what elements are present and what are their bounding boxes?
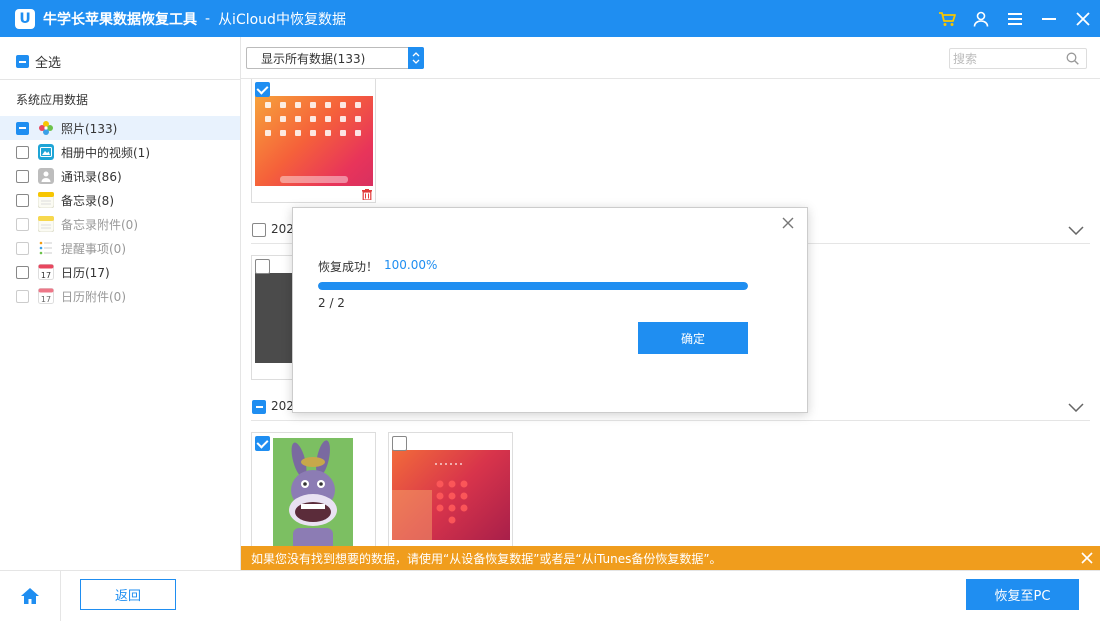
notes-checkbox[interactable] xyxy=(16,193,29,207)
sidebar-item-label: 提醒事项(0) xyxy=(61,241,126,256)
calendar-icon: 17 xyxy=(38,264,54,280)
filter-value: 显示所有数据(133) xyxy=(261,51,366,66)
sidebar-item-label: 日历(17) xyxy=(61,265,110,280)
title-bar: U 牛学长苹果数据恢复工具 - 从iCloud中恢复数据 xyxy=(0,0,1100,37)
sidebar-item-videos[interactable]: 相册中的视频(1) xyxy=(0,140,240,164)
group-checkbox[interactable] xyxy=(252,223,266,237)
sidebar-item-notes-attachments: 备忘录附件(0) xyxy=(0,212,240,236)
recovery-status: 恢复成功！ xyxy=(318,260,379,274)
sidebar: 全选 系统应用数据 照片(133) 相册中的视频(1) 通讯录(86) 备忘录(… xyxy=(0,37,241,570)
photo-checkbox[interactable] xyxy=(392,436,407,451)
home-button[interactable] xyxy=(0,571,61,621)
svg-text:17: 17 xyxy=(41,295,51,304)
filter-dropdown[interactable]: 显示所有数据(133) xyxy=(246,47,424,69)
select-all-checkbox[interactable] xyxy=(16,55,29,68)
group-date: 202 xyxy=(271,399,294,413)
app-logo-letter: U xyxy=(19,10,31,27)
cart-icon[interactable] xyxy=(930,0,964,37)
content-toolbar: 显示所有数据(133) xyxy=(241,37,1100,79)
sidebar-item-calendar[interactable]: 17 日历(17) xyxy=(0,260,240,284)
title-separator: - xyxy=(205,10,211,27)
group-date: 202 xyxy=(271,222,294,236)
photo-image xyxy=(255,96,373,186)
progress-bar xyxy=(318,282,748,290)
sidebar-item-notes[interactable]: 备忘录(8) xyxy=(0,188,240,212)
calendar-checkbox[interactable] xyxy=(16,265,29,279)
photo-checkbox[interactable] xyxy=(255,259,270,274)
photos-icon xyxy=(38,120,54,136)
section-label: 系统应用数据 xyxy=(16,93,89,107)
chevron-down-icon[interactable] xyxy=(1068,224,1084,238)
close-icon[interactable] xyxy=(1066,0,1100,37)
recovery-dialog: 恢复成功！ 100.00% 2 / 2 确定 xyxy=(292,207,808,413)
photo-image xyxy=(392,450,510,540)
sidebar-item-label: 照片(133) xyxy=(61,121,118,136)
back-button[interactable]: 返回 xyxy=(80,579,176,610)
banner-text: 如果您没有找到想要的数据，请使用“从设备恢复数据”或者是“从iTunes备份恢复… xyxy=(251,551,722,566)
category-list: 照片(133) 相册中的视频(1) 通讯录(86) 备忘录(8) 备忘录附件(0… xyxy=(0,116,240,308)
calendar-attachment-icon: 17 xyxy=(38,288,54,304)
recover-to-pc-button[interactable]: 恢复至PC xyxy=(966,579,1079,610)
user-icon[interactable] xyxy=(964,0,998,37)
app-logo: U xyxy=(15,8,35,29)
search-icon[interactable] xyxy=(1066,52,1079,65)
sidebar-item-label: 相册中的视频(1) xyxy=(61,145,150,160)
sidebar-item-photos[interactable]: 照片(133) xyxy=(0,116,240,140)
footer: 返回 恢复至PC xyxy=(0,570,1100,621)
close-icon[interactable] xyxy=(1074,546,1100,570)
menu-icon[interactable] xyxy=(998,0,1032,37)
sidebar-item-label: 通讯录(86) xyxy=(61,169,122,184)
sidebar-item-label: 备忘录附件(0) xyxy=(61,217,138,232)
recovery-percent: 100.00% xyxy=(384,258,438,272)
dropdown-arrow-icon[interactable] xyxy=(408,47,424,69)
reminders-checkbox xyxy=(16,241,29,255)
sidebar-divider xyxy=(0,79,240,80)
contacts-checkbox[interactable] xyxy=(16,169,29,183)
search-box[interactable] xyxy=(949,48,1087,69)
photo-thumbnail[interactable] xyxy=(251,79,376,203)
notes-attachments-checkbox xyxy=(16,217,29,231)
window-subtitle: 从iCloud中恢复数据 xyxy=(218,11,346,28)
calendar-attachments-checkbox xyxy=(16,289,29,303)
reminders-icon xyxy=(38,240,54,256)
sidebar-item-calendar-attachments: 17 日历附件(0) xyxy=(0,284,240,308)
notes-attachment-icon xyxy=(38,216,54,232)
video-icon xyxy=(38,144,54,160)
select-all[interactable]: 全选 xyxy=(16,52,61,71)
photo-image xyxy=(273,438,353,546)
photo-checkbox[interactable] xyxy=(255,82,270,97)
videos-checkbox[interactable] xyxy=(16,145,29,159)
notes-icon xyxy=(38,192,54,208)
home-icon xyxy=(20,587,40,605)
chevron-down-icon[interactable] xyxy=(1068,401,1084,415)
info-banner: 如果您没有找到想要的数据，请使用“从设备恢复数据”或者是“从iTunes备份恢复… xyxy=(241,546,1100,570)
sidebar-item-contacts[interactable]: 通讯录(86) xyxy=(0,164,240,188)
contacts-icon xyxy=(38,168,54,184)
photo-checkbox[interactable] xyxy=(255,436,270,451)
photo-thumbnail[interactable] xyxy=(251,432,376,546)
progress-fill xyxy=(318,282,748,290)
select-all-label: 全选 xyxy=(35,56,62,71)
ok-button[interactable]: 确定 xyxy=(638,322,748,354)
sidebar-item-reminders: 提醒事项(0) xyxy=(0,236,240,260)
close-icon[interactable] xyxy=(779,214,797,232)
group-checkbox[interactable] xyxy=(252,400,266,414)
trash-icon[interactable] xyxy=(362,189,372,200)
group-divider xyxy=(251,420,1090,421)
minimize-icon[interactable] xyxy=(1032,0,1066,37)
app-title: 牛学长苹果数据恢复工具 xyxy=(43,11,197,28)
photo-thumbnail[interactable] xyxy=(388,432,513,546)
photos-checkbox[interactable] xyxy=(16,121,29,135)
recovery-count: 2 / 2 xyxy=(318,296,345,310)
sidebar-item-label: 备忘录(8) xyxy=(61,193,114,208)
sidebar-item-label: 日历附件(0) xyxy=(61,289,126,304)
search-input[interactable] xyxy=(950,51,1060,66)
svg-text:17: 17 xyxy=(41,271,51,280)
